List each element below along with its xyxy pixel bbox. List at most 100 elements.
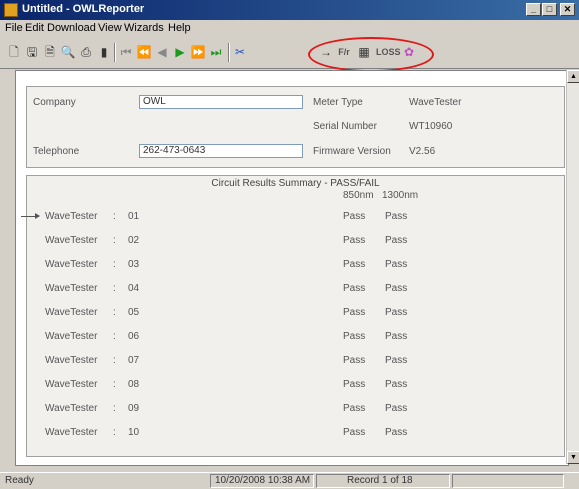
telephone-label: Telephone — [33, 146, 80, 157]
table-row[interactable]: WaveTester : 01 Pass Pass — [21, 211, 564, 225]
save-icon[interactable]: 🗎 — [42, 44, 58, 60]
row-colon: : — [113, 307, 116, 318]
minimize-button[interactable]: _ — [526, 3, 541, 16]
row-name: WaveTester — [45, 355, 98, 366]
table-row[interactable]: WaveTester : 04 Pass Pass — [27, 283, 564, 297]
row-number: 08 — [128, 379, 140, 390]
menu-file[interactable]: File — [5, 22, 23, 34]
summary-title: Circuit Results Summary - PASS/FAIL — [211, 178, 380, 189]
print-icon[interactable]: ⎙ — [78, 44, 94, 60]
result-1300nm: Pass — [385, 427, 408, 438]
result-850nm: Pass — [343, 235, 366, 246]
menu-wizards[interactable]: Wizards — [124, 22, 164, 34]
row-name: WaveTester — [45, 331, 98, 342]
row-colon: : — [113, 403, 116, 414]
scroll-up-icon[interactable]: ▲ — [567, 70, 579, 83]
result-1300nm: Pass — [385, 259, 408, 270]
menu-edit[interactable]: Edit — [25, 22, 44, 34]
meter-icon[interactable]: ▮ — [96, 44, 112, 60]
row-number: 10 — [128, 427, 140, 438]
status-record: Record 1 of 18 — [316, 474, 450, 488]
row-name: WaveTester — [45, 403, 98, 414]
result-850nm: Pass — [343, 355, 366, 366]
first-record-icon[interactable]: ⏮ — [118, 44, 134, 60]
resize-grip-icon[interactable] — [566, 474, 579, 488]
highlight-circle — [308, 37, 434, 72]
row-name: WaveTester — [45, 283, 98, 294]
row-colon: : — [113, 355, 116, 366]
result-1300nm: Pass — [385, 403, 408, 414]
row-number: 01 — [128, 211, 140, 222]
row-number: 04 — [128, 283, 140, 294]
serial-number-label: Serial Number — [313, 121, 377, 132]
result-1300nm: Pass — [385, 331, 408, 342]
result-1300nm: Pass — [385, 355, 408, 366]
report-view: Company OWL Telephone 262-473-0643 Meter… — [15, 70, 569, 466]
result-1300nm: Pass — [385, 211, 408, 222]
column-850nm: 850nm — [343, 190, 374, 201]
table-row[interactable]: WaveTester : 08 Pass Pass — [27, 379, 564, 393]
row-colon: : — [113, 283, 116, 294]
close-button[interactable]: ✕ — [560, 3, 575, 16]
summary-panel: Circuit Results Summary - PASS/FAIL 850n… — [21, 175, 565, 457]
scroll-down-icon[interactable]: ▼ — [567, 451, 579, 464]
row-colon: : — [113, 235, 116, 246]
rewind-icon[interactable]: ⏪ — [136, 44, 152, 60]
result-850nm: Pass — [343, 283, 366, 294]
row-name: WaveTester — [45, 307, 98, 318]
result-850nm: Pass — [343, 427, 366, 438]
result-850nm: Pass — [343, 307, 366, 318]
row-number: 03 — [128, 259, 140, 270]
table-row[interactable]: WaveTester : 02 Pass Pass — [27, 235, 564, 249]
print-preview-icon[interactable]: 🔍 — [60, 44, 76, 60]
vertical-scrollbar[interactable]: ▲ ▼ — [566, 70, 579, 464]
row-number: 09 — [128, 403, 140, 414]
fast-forward-icon[interactable]: ⏩ — [190, 44, 206, 60]
table-row[interactable]: WaveTester : 09 Pass Pass — [27, 403, 564, 417]
result-850nm: Pass — [343, 403, 366, 414]
maximize-button[interactable]: □ — [542, 3, 557, 16]
row-number: 05 — [128, 307, 140, 318]
table-row[interactable]: WaveTester : 07 Pass Pass — [27, 355, 564, 369]
row-colon: : — [113, 259, 116, 270]
result-850nm: Pass — [343, 379, 366, 390]
table-row[interactable]: WaveTester : 03 Pass Pass — [27, 259, 564, 273]
company-field[interactable]: OWL — [139, 95, 303, 109]
firmware-version-value: V2.56 — [409, 146, 436, 157]
menu-download[interactable]: Download — [47, 22, 96, 34]
row-colon: : — [113, 211, 116, 222]
result-1300nm: Pass — [385, 307, 408, 318]
row-number: 02 — [128, 235, 140, 246]
next-icon[interactable]: ▶ — [172, 44, 188, 60]
result-1300nm: Pass — [385, 283, 408, 294]
row-number: 07 — [128, 355, 140, 366]
telephone-field[interactable]: 262-473-0643 — [139, 144, 303, 158]
meter-type-label: Meter Type — [313, 97, 363, 108]
menu-help[interactable]: Help — [168, 22, 191, 34]
meter-type-value: WaveTester — [409, 97, 462, 108]
table-row[interactable]: WaveTester : 06 Pass Pass — [27, 331, 564, 345]
scissors-icon[interactable]: ✂ — [232, 44, 248, 60]
last-record-icon[interactable]: ⏭ — [208, 44, 224, 60]
row-name: WaveTester — [45, 259, 98, 270]
title-bar: Untitled - OWLReporter _ □ ✕ — [0, 0, 579, 20]
toolbar-separator — [114, 43, 116, 62]
row-name: WaveTester — [45, 379, 98, 390]
app-icon[interactable] — [4, 3, 18, 17]
column-1300nm: 1300nm — [382, 190, 419, 201]
new-icon[interactable]: 🗋 — [6, 44, 22, 60]
previous-icon[interactable]: ◀ — [154, 44, 170, 60]
result-1300nm: Pass — [385, 235, 408, 246]
table-row[interactable]: WaveTester : 10 Pass Pass — [27, 427, 564, 441]
status-bar: Ready 10/20/2008 10:38 AM Record 1 of 18 — [0, 472, 579, 489]
result-850nm: Pass — [343, 331, 366, 342]
status-text: Ready — [5, 475, 34, 486]
menu-bar: File Edit Download View Wizards Help — [0, 20, 579, 38]
firmware-version-label: Firmware Version — [313, 146, 391, 157]
row-colon: : — [113, 331, 116, 342]
table-row[interactable]: WaveTester : 05 Pass Pass — [27, 307, 564, 321]
window-title: Untitled - OWLReporter — [22, 3, 145, 15]
menu-view[interactable]: View — [98, 22, 122, 34]
status-empty-panel — [452, 474, 564, 488]
open-icon[interactable]: 🖫 — [24, 44, 40, 60]
